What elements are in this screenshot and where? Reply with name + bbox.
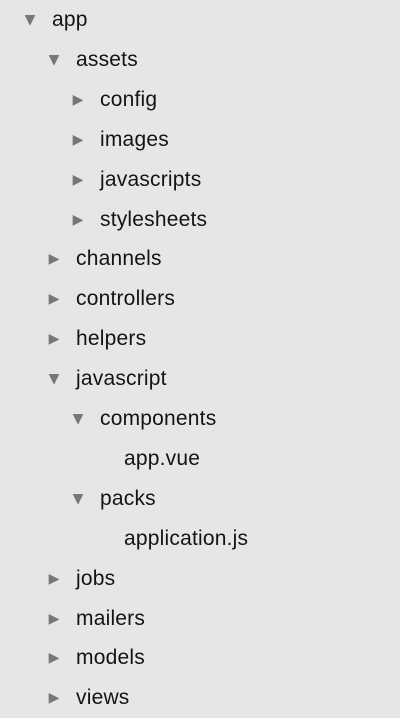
tree-row-helpers[interactable]: ▶ helpers [0,319,400,359]
disclosure-triangle-down-icon[interactable]: ▼ [46,371,62,387]
tree-row-controllers[interactable]: ▶ controllers [0,279,400,319]
disclosure-triangle-right-icon[interactable]: ▶ [46,690,62,706]
tree-row-jobs[interactable]: ▶ jobs [0,559,400,599]
tree-row-app[interactable]: ▼ app [0,0,400,40]
tree-row-config[interactable]: ▶ config [0,80,400,120]
tree-item-label: views [76,678,130,718]
disclosure-triangle-right-icon[interactable]: ▶ [46,331,62,347]
tree-item-label: stylesheets [100,200,207,240]
tree-row-views[interactable]: ▶ views [0,678,400,718]
disclosure-triangle-right-icon[interactable]: ▶ [46,611,62,627]
tree-item-label: app.vue [124,439,200,479]
tree-item-label: helpers [76,319,146,359]
disclosure-triangle-right-icon[interactable]: ▶ [70,172,86,188]
tree-row-packs[interactable]: ▼ packs [0,479,400,519]
tree-row-components[interactable]: ▼ components [0,399,400,439]
tree-item-label: packs [100,479,156,519]
disclosure-triangle-right-icon[interactable]: ▶ [70,132,86,148]
tree-item-label: components [100,399,216,439]
tree-row-models[interactable]: ▶ models [0,638,400,678]
file-tree: ▼ app ▼ assets ▶ config ▶ images ▶ javascripts ▶ st… [0,0,400,718]
tree-row-javascripts[interactable]: ▶ javascripts [0,160,400,200]
disclosure-triangle-right-icon[interactable]: ▶ [46,291,62,307]
disclosure-triangle-down-icon[interactable]: ▼ [46,52,62,68]
tree-item-label: javascript [76,359,167,399]
disclosure-triangle-right-icon[interactable]: ▶ [70,212,86,228]
disclosure-triangle-right-icon[interactable]: ▶ [70,92,86,108]
disclosure-triangle-down-icon[interactable]: ▼ [22,12,38,28]
tree-item-label: images [100,120,169,160]
disclosure-triangle-down-icon[interactable]: ▼ [70,411,86,427]
tree-item-label: models [76,638,145,678]
disclosure-triangle-right-icon[interactable]: ▶ [46,251,62,267]
tree-item-label: config [100,80,157,120]
tree-item-label: assets [76,40,138,80]
disclosure-triangle-right-icon[interactable]: ▶ [46,571,62,587]
tree-item-label: mailers [76,599,145,639]
tree-row-assets[interactable]: ▼ assets [0,40,400,80]
tree-item-label: controllers [76,279,175,319]
tree-row-mailers[interactable]: ▶ mailers [0,599,400,639]
disclosure-triangle-right-icon[interactable]: ▶ [46,650,62,666]
tree-item-label: jobs [76,559,115,599]
tree-item-label: channels [76,239,162,279]
tree-row-channels[interactable]: ▶ channels [0,239,400,279]
tree-row-javascript[interactable]: ▼ javascript [0,359,400,399]
tree-row-app-vue[interactable]: app.vue [0,439,400,479]
tree-item-label: application.js [124,519,248,559]
tree-item-label: app [52,0,88,40]
tree-row-images[interactable]: ▶ images [0,120,400,160]
tree-row-stylesheets[interactable]: ▶ stylesheets [0,200,400,240]
tree-row-application-js[interactable]: application.js [0,519,400,559]
disclosure-triangle-down-icon[interactable]: ▼ [70,491,86,507]
tree-item-label: javascripts [100,160,201,200]
